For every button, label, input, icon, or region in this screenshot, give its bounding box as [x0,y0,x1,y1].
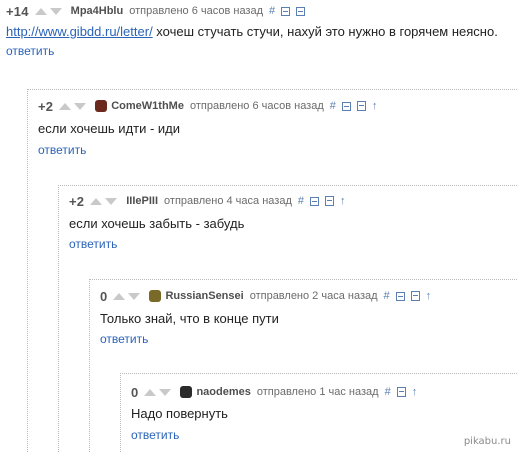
arrow-up-icon[interactable]: ↑ [412,386,418,398]
comment-date: отправлено 1 час назад [256,386,379,398]
comment-date: отправлено 6 часов назад [129,5,264,17]
comment-rating: 0 [131,384,139,400]
comment-1: +14 Mpa4Hblu отправлено 6 часов назад # … [6,0,517,62]
vote-up-icon[interactable] [90,197,103,205]
save-icon[interactable] [324,196,334,206]
collapse-icon[interactable] [341,101,351,111]
avatar[interactable] [149,290,162,302]
arrow-up-icon[interactable]: ↑ [372,100,378,112]
reply-link[interactable]: ответить [100,332,148,346]
vote-up-icon[interactable] [34,7,47,15]
comment-header: +2 ComeW1thMe отправлено 6 часов назад #… [38,98,383,114]
comment-author[interactable]: ComeW1thMe [111,100,184,112]
comment-link[interactable]: http://www.gibdd.ru/letter/ [6,24,153,39]
vote-up-icon[interactable] [113,292,126,300]
save-icon[interactable] [410,291,420,301]
permalink-hash-icon[interactable]: # [330,100,336,112]
vote-down-icon[interactable] [74,102,87,110]
permalink-hash-icon[interactable]: # [385,386,391,398]
permalink-hash-icon[interactable]: # [269,5,275,17]
arrow-up-icon[interactable]: ↑ [340,195,346,207]
reply-link[interactable]: ответить [38,143,86,157]
vote-down-icon[interactable] [128,292,141,300]
comment-header: +14 Mpa4Hblu отправлено 6 часов назад # [6,3,311,19]
comment-body: хочеш стучать стучи, нахуй это нужно в г… [152,24,498,39]
comment-author[interactable]: Mpa4Hblu [71,5,124,17]
vote-down-icon[interactable] [105,197,118,205]
comment-date: отправлено 4 часа назад [164,195,292,207]
save-icon[interactable] [356,101,366,111]
permalink-hash-icon[interactable]: # [298,195,304,207]
comment-text: http://www.gibdd.ru/letter/ хочеш стучат… [6,24,498,39]
vote-up-icon[interactable] [59,102,72,110]
comment-date: отправлено 6 часов назад [189,100,324,112]
comment-rating: +2 [69,193,85,209]
comment-header: 0 naodemes отправлено 1 час назад # ↑ [131,384,423,400]
collapse-icon[interactable] [281,6,291,16]
comment-rating: +14 [6,3,29,19]
comment-5: 0 naodemes отправлено 1 час назад # ↑ На… [120,373,517,452]
vote-down-icon[interactable] [49,7,62,15]
comment-author[interactable]: RussianSensei [165,290,243,302]
comment-rating: 0 [100,288,108,304]
save-icon[interactable] [396,387,406,397]
vote-up-icon[interactable] [144,388,157,396]
comment-header: 0 RussianSensei отправлено 2 часа назад … [100,288,437,304]
reply-link[interactable]: ответить [69,237,117,251]
comment-rating: +2 [38,98,54,114]
comment-text: Надо повернуть [131,406,228,421]
collapse-icon[interactable] [395,291,405,301]
comment-author[interactable]: naodemes [196,386,250,398]
comment-text: если хочешь идти - иди [38,121,181,136]
vote-down-icon[interactable] [159,388,172,396]
avatar[interactable] [95,100,108,112]
expand-icon[interactable] [296,6,306,16]
arrow-up-icon[interactable]: ↑ [426,290,432,302]
comment-text: если хочешь забыть - забудь [69,216,245,231]
collapse-icon[interactable] [309,196,319,206]
reply-link[interactable]: ответить [6,44,54,58]
comment-header: +2 IIIePIII отправлено 4 часа назад # ↑ [69,193,351,209]
watermark: pikabu.ru [463,436,511,447]
comment-date: отправлено 2 часа назад [249,290,378,302]
avatar[interactable] [180,386,193,398]
reply-link[interactable]: ответить [131,428,179,442]
comment-author[interactable]: IIIePIII [126,195,158,207]
comment-text: Только знай, что в конце пути [100,311,279,326]
permalink-hash-icon[interactable]: # [384,290,390,302]
